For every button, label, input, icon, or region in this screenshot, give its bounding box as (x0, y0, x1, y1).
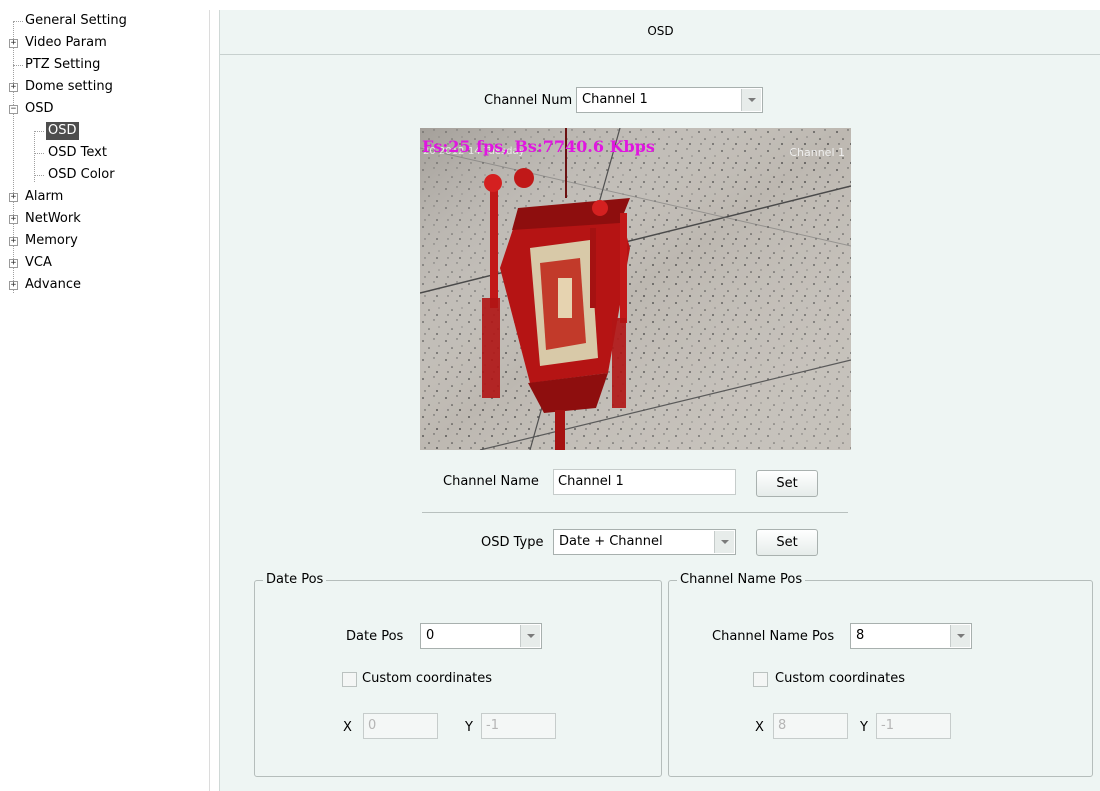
expand-icon[interactable]: + (9, 281, 18, 290)
date-pos-label: Date Pos (346, 629, 404, 644)
tree-item-osd-text[interactable]: OSD Text (8, 142, 208, 164)
tree-item-advance[interactable]: + Advance (8, 274, 208, 296)
panel-title: OSD (220, 10, 1100, 55)
date-pos-select[interactable]: 0 (420, 623, 542, 649)
tree-item-label: OSD Color (48, 167, 115, 182)
tree-item-general-setting[interactable]: General Setting (8, 10, 208, 32)
tree-item-label: NetWork (25, 211, 81, 226)
date-x-input[interactable]: 0 (363, 713, 438, 739)
expand-icon[interactable]: + (9, 237, 18, 246)
osd-channel-overlay: Channel 1 (789, 146, 845, 159)
chevron-down-icon[interactable] (520, 625, 540, 647)
tree-item-label: General Setting (25, 13, 127, 28)
tree-item-label: VCA (25, 255, 52, 270)
channel-x-label: X (755, 720, 764, 735)
channel-name-pos-group-title: Channel Name Pos (677, 572, 806, 588)
channel-name-pos-label: Channel Name Pos (712, 629, 835, 644)
channel-name-input[interactable]: Channel 1 (553, 469, 736, 495)
channel-name-pos-value: 8 (856, 628, 865, 643)
tree-item-vca[interactable]: + VCA (8, 252, 208, 274)
tree-item-label: OSD (25, 101, 54, 116)
osd-type-select[interactable]: Date + Channel (553, 529, 736, 555)
tree-connector (34, 175, 44, 176)
channel-num-select[interactable]: Channel 1 (576, 87, 763, 113)
camera-frame (420, 128, 851, 450)
settings-tree: General Setting + Video Param PTZ Settin… (8, 10, 210, 791)
tree-item-label: OSD (46, 122, 79, 140)
channel-name-pos-select[interactable]: 8 (850, 623, 972, 649)
date-y-input[interactable]: -1 (481, 713, 556, 739)
tree-item-label: Memory (25, 233, 78, 248)
chevron-down-icon[interactable] (741, 89, 761, 111)
date-pos-value: 0 (426, 628, 435, 643)
expand-icon[interactable]: + (9, 215, 18, 224)
chevron-down-icon[interactable] (714, 531, 734, 553)
date-y-label: Y (465, 720, 473, 735)
date-custom-coordinates-label: Custom coordinates (362, 671, 493, 686)
channel-y-label: Y (860, 720, 868, 735)
osd-type-set-button[interactable]: Set (756, 529, 818, 556)
expand-icon[interactable]: + (9, 259, 18, 268)
tree-item-label: Dome setting (25, 79, 113, 94)
channel-custom-coordinates-label: Custom coordinates (775, 671, 906, 686)
tree-item-osd[interactable]: − OSD (8, 98, 208, 120)
chevron-down-icon[interactable] (950, 625, 970, 647)
date-pos-group: Date Pos Date Pos 0 Custom coordinates X… (254, 572, 662, 777)
tree-item-label: OSD Text (48, 145, 107, 160)
tree-connector (34, 153, 44, 154)
tree-item-osd-main[interactable]: OSD (8, 120, 208, 142)
divider (422, 512, 848, 513)
channel-name-set-button[interactable]: Set (756, 470, 818, 497)
tree-item-video-param[interactable]: + Video Param (8, 32, 208, 54)
tree-item-network[interactable]: + NetWork (8, 208, 208, 230)
date-custom-coordinates-checkbox[interactable] (342, 672, 357, 687)
channel-num-value: Channel 1 (582, 92, 648, 107)
channel-name-label: Channel Name (443, 474, 539, 489)
video-preview: 20 2012-14 Tuesday Fs:25 fps, Bs:7740.6 … (420, 128, 851, 450)
tree-item-label: Video Param (25, 35, 107, 50)
tree-item-ptz-setting[interactable]: PTZ Setting (8, 54, 208, 76)
expand-icon[interactable]: + (9, 39, 18, 48)
osd-settings-panel: OSD Channel Num Channel 1 20 2012-14 Tue… (219, 10, 1100, 791)
osd-bitrate-overlay: Fs:25 fps, Bs:7740.6 Kbps (422, 137, 655, 156)
channel-name-pos-group: Channel Name Pos Channel Name Pos 8 Cust… (668, 572, 1093, 777)
expand-icon[interactable]: + (9, 193, 18, 202)
tree-connector (13, 21, 23, 22)
tree-connector (13, 65, 23, 66)
expand-icon[interactable]: + (9, 83, 18, 92)
tree-item-osd-color[interactable]: OSD Color (8, 164, 208, 186)
channel-x-input[interactable]: 8 (773, 713, 848, 739)
tree-item-dome-setting[interactable]: + Dome setting (8, 76, 208, 98)
tree-item-label: Advance (25, 277, 81, 292)
tree-item-label: PTZ Setting (25, 57, 101, 72)
tree-item-alarm[interactable]: + Alarm (8, 186, 208, 208)
channel-custom-coordinates-checkbox[interactable] (753, 672, 768, 687)
channel-num-label: Channel Num (484, 93, 573, 108)
date-pos-group-title: Date Pos (263, 572, 327, 588)
osd-type-label: OSD Type (481, 535, 544, 550)
date-x-label: X (343, 720, 352, 735)
osd-type-value: Date + Channel (559, 534, 663, 549)
tree-connector (34, 131, 44, 132)
tree-item-memory[interactable]: + Memory (8, 230, 208, 252)
collapse-icon[interactable]: − (9, 105, 18, 114)
tree-item-label: Alarm (25, 189, 64, 204)
channel-y-input[interactable]: -1 (876, 713, 951, 739)
